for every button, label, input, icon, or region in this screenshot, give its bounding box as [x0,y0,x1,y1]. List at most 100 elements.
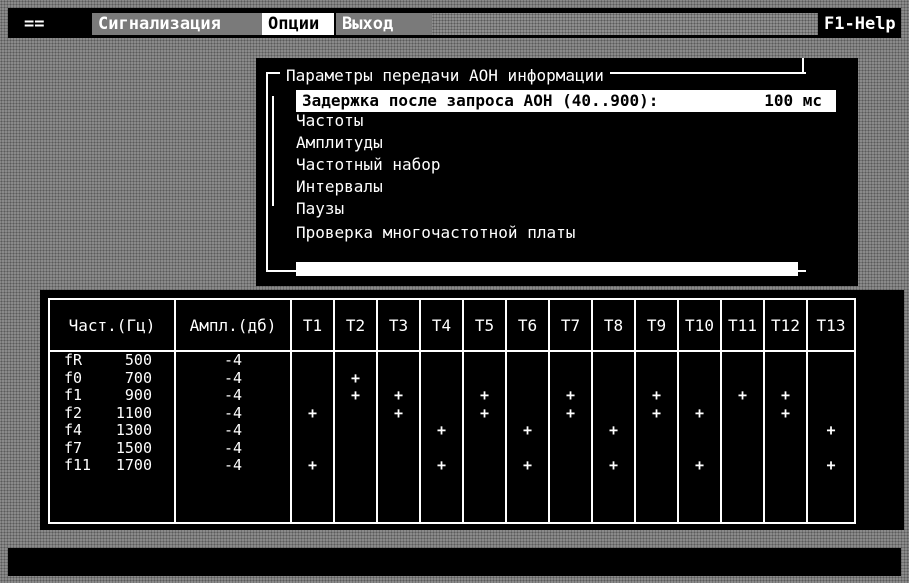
tone-empty [378,457,419,475]
tone-column-t7: + + [548,350,593,524]
amplitude-cell: -4 [223,386,243,404]
column-header: T10 [677,298,722,352]
tone-empty [593,405,634,423]
tone-empty [765,352,806,370]
frequency-table-window: Част.(Гц) Ампл.(дб) T1 T2 T3 T4 T5 T6 T7 T8 T9 T10 T… [40,290,904,530]
tone-empty [421,370,462,388]
tone-empty [593,440,634,458]
tone-empty [507,405,548,423]
tone-empty [464,422,505,440]
tone-mark: + [436,421,447,439]
frequency-name: f1 [64,386,83,404]
menu-item-intervals[interactable]: Интервалы [296,176,383,198]
tone-mark: + [826,456,836,474]
tone-empty [292,440,333,458]
tone-empty [335,422,376,440]
tone-mark: + [565,386,576,404]
menu-item-amplitudes[interactable]: Амплитуды [296,132,383,154]
tone-empty [378,422,419,440]
menu-item-delay-value: 100 мс [764,91,822,110]
menu-item-delay-label: Задержка после запроса АОН (40..900): [302,91,659,110]
tone-mark: + [780,386,791,404]
menu-item-delay[interactable]: Задержка после запроса АОН (40..900): 10… [296,90,836,112]
menu-bar: == Сигнализация Опции Выход F1-Help [8,8,901,38]
column-header: T13 [806,298,856,352]
tone-mark: + [307,403,318,422]
tone-empty [808,440,854,458]
tone-empty [808,405,854,423]
tone-column-t1: + + [290,350,335,524]
frequency-cell: f1 900 [50,386,174,405]
table-header-row: Част.(Гц) Ампл.(дб) T1 T2 T3 T4 T5 T6 T7 T8 T9 T10 T… [48,298,856,352]
dropdown-title: Параметры передачи АОН информации [280,66,610,86]
tone-empty [550,440,591,458]
tone-empty [722,422,763,440]
tone-empty [593,352,634,370]
tone-empty [593,387,634,405]
frequency-value: 1300 [115,421,152,439]
frequency-name: f4 [64,421,83,439]
tone-empty [507,352,548,370]
tone-column-t12: + + [763,350,808,524]
tone-empty [292,387,333,405]
column-header: Ампл.(дб) [174,298,292,352]
frequency-name: f11 [64,456,92,474]
tone-empty [636,370,677,388]
tone-empty [636,422,677,440]
frequency-column: fR 500 f0 700 f1 900 f2 1100 f4 1300 f7 1500 f11 1700 [48,350,176,524]
menu-item-frequency-set[interactable]: Частотный набор [296,154,441,176]
tone-empty [378,440,419,458]
frequency-name: f7 [64,438,83,457]
tone-empty [636,457,677,475]
tone-empty [679,352,720,370]
tone-empty [464,457,505,475]
menu-options[interactable]: Опции [262,13,334,35]
tone-column-t5: + + [462,350,507,524]
column-header: T12 [763,298,808,352]
amplitude-cell: -4 [223,421,243,439]
tone-empty [464,370,505,388]
tone-empty [593,370,634,388]
tone-empty [679,370,720,388]
amplitude-cell: -4 [223,438,243,457]
tone-empty [292,352,333,370]
tone-mark: + [608,421,619,439]
tone-empty [550,457,591,475]
frequency-cell: f0 700 [50,368,174,388]
tone-column-t3: + + [376,350,421,524]
tone-empty [722,370,763,388]
frequency-cell: f11 1700 [50,456,174,475]
tone-empty [722,457,763,475]
amplitude-cell: -4 [223,403,243,422]
tone-empty [722,405,763,423]
menu-signaling[interactable]: Сигнализация [92,13,262,35]
frame-edge [802,58,804,72]
frequency-cell: f7 1500 [50,438,174,458]
tone-empty [550,370,591,388]
tone-column-t4: + + [419,350,464,524]
tone-mark: + [436,456,447,474]
menu-item-board-check[interactable]: Проверка многочастотной платы [296,222,575,244]
tone-empty [765,370,806,388]
column-header: T2 [333,298,378,352]
frequency-value: 1700 [115,456,152,474]
table-body: fR 500 f0 700 f1 900 f2 1100 f4 1300 f7 1500 f11 1700… [48,350,856,524]
tone-empty [679,422,720,440]
frequency-value: 700 [124,368,152,387]
tone-empty [421,387,462,405]
dropdown-scrollbar [296,262,798,276]
menu-item-frequencies[interactable]: Частоты [296,110,363,132]
tone-empty [292,422,333,440]
column-header: T4 [419,298,464,352]
menu-exit[interactable]: Выход [336,13,432,35]
tone-empty [421,352,462,370]
frequency-name: f0 [64,368,83,387]
column-header: T8 [591,298,636,352]
frequency-value: 1500 [115,438,152,457]
help-hint[interactable]: F1-Help [818,13,901,35]
tone-mark: + [393,403,404,422]
tone-column-t10: + + [677,350,722,524]
tone-column-t13: + + [806,350,856,524]
menu-item-pauses[interactable]: Паузы [296,198,344,220]
system-menu[interactable]: == [18,13,86,35]
